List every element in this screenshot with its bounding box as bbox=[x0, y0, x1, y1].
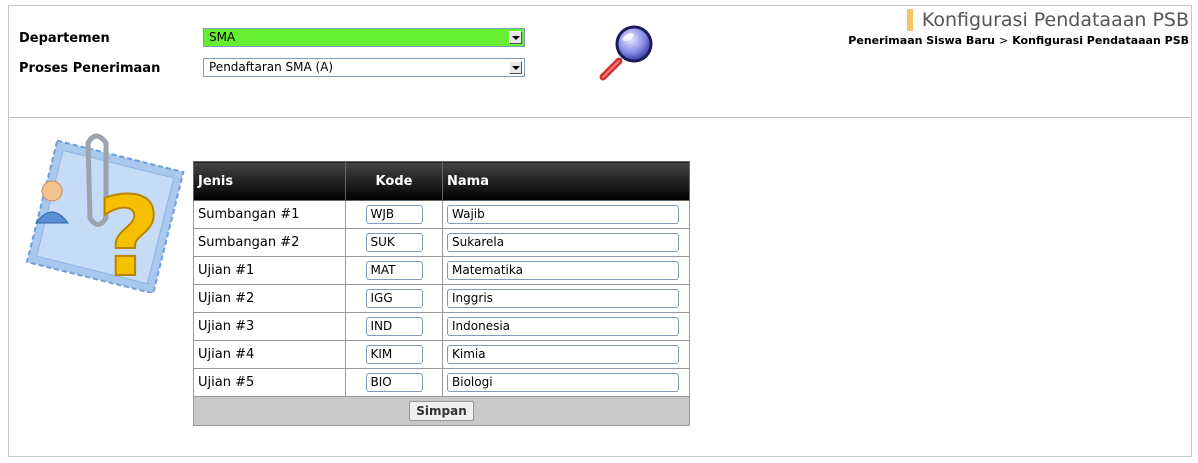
header-divider bbox=[9, 117, 1191, 118]
save-button[interactable]: Simpan bbox=[409, 401, 474, 421]
column-header-nama: Nama bbox=[442, 161, 690, 201]
chevron-down-icon[interactable] bbox=[509, 61, 522, 74]
departemen-select[interactable]: SMA bbox=[203, 28, 525, 47]
cell-jenis: Ujian #2 bbox=[193, 284, 346, 313]
table-row: Sumbangan #1 WJB Wajib bbox=[193, 200, 690, 229]
proses-select[interactable]: Pendaftaran SMA (A) bbox=[203, 58, 525, 77]
nama-input[interactable]: Biologi bbox=[447, 373, 679, 392]
table-footer-row: Simpan bbox=[193, 396, 690, 426]
kode-input[interactable]: IGG bbox=[365, 289, 423, 308]
nama-input[interactable]: Matematika bbox=[447, 261, 679, 280]
breadcrumb-current: Konfigurasi Pendataaan PSB bbox=[1012, 34, 1189, 47]
breadcrumb: Penerimaan Siswa Baru > Konfigurasi Pendat… bbox=[848, 34, 1189, 47]
svg-text:?: ? bbox=[97, 173, 161, 293]
cell-jenis: Ujian #1 bbox=[193, 256, 346, 285]
cell-jenis: Sumbangan #2 bbox=[193, 228, 346, 257]
kode-input[interactable]: WJB bbox=[365, 205, 423, 224]
departemen-select-value: SMA bbox=[209, 30, 236, 44]
table-row: Ujian #4 KIM Kimia bbox=[193, 340, 690, 369]
proses-label: Proses Penerimaan bbox=[19, 61, 161, 76]
column-header-kode: Kode bbox=[345, 161, 443, 201]
cell-jenis: Ujian #3 bbox=[193, 312, 346, 341]
nama-input[interactable]: Sukarela bbox=[447, 233, 679, 252]
page-header: Konfigurasi Pendataaan PSB Penerimaan Si… bbox=[848, 9, 1189, 47]
table-row: Ujian #1 MAT Matematika bbox=[193, 256, 690, 285]
table-row: Ujian #2 IGG Inggris bbox=[193, 284, 690, 313]
table-row: Ujian #5 BIO Biologi bbox=[193, 368, 690, 397]
nama-input[interactable]: Inggris bbox=[447, 289, 679, 308]
table-header-row: Jenis Kode Nama bbox=[193, 161, 690, 201]
cell-jenis: Sumbangan #1 bbox=[193, 200, 346, 229]
nama-input[interactable]: Indonesia bbox=[447, 317, 679, 336]
page-title: Konfigurasi Pendataaan PSB bbox=[906, 9, 1189, 31]
cell-jenis: Ujian #5 bbox=[193, 368, 346, 397]
kode-input[interactable]: BIO bbox=[365, 373, 423, 392]
kode-input[interactable]: MAT bbox=[365, 261, 423, 280]
proses-select-value: Pendaftaran SMA (A) bbox=[209, 60, 334, 74]
kode-input[interactable]: KIM bbox=[365, 345, 423, 364]
nama-input[interactable]: Wajib bbox=[447, 205, 679, 224]
column-header-jenis: Jenis bbox=[193, 161, 346, 201]
nama-input[interactable]: Kimia bbox=[447, 345, 679, 364]
config-table: Jenis Kode Nama Sumbangan #1 WJB Wajib S… bbox=[193, 161, 690, 426]
kode-input[interactable]: IND bbox=[365, 317, 423, 336]
chevron-down-icon[interactable] bbox=[509, 31, 522, 44]
breadcrumb-parent[interactable]: Penerimaan Siswa Baru bbox=[848, 34, 995, 47]
breadcrumb-separator: > bbox=[999, 34, 1009, 47]
departemen-label: Departemen bbox=[19, 31, 110, 46]
cell-jenis: Ujian #4 bbox=[193, 340, 346, 369]
kode-input[interactable]: SUK bbox=[365, 233, 423, 252]
table-row: Sumbangan #2 SUK Sukarela bbox=[193, 228, 690, 257]
help-stamp-icon: ? bbox=[22, 123, 192, 302]
table-row: Ujian #3 IND Indonesia bbox=[193, 312, 690, 341]
magnifier-icon[interactable] bbox=[599, 23, 659, 83]
